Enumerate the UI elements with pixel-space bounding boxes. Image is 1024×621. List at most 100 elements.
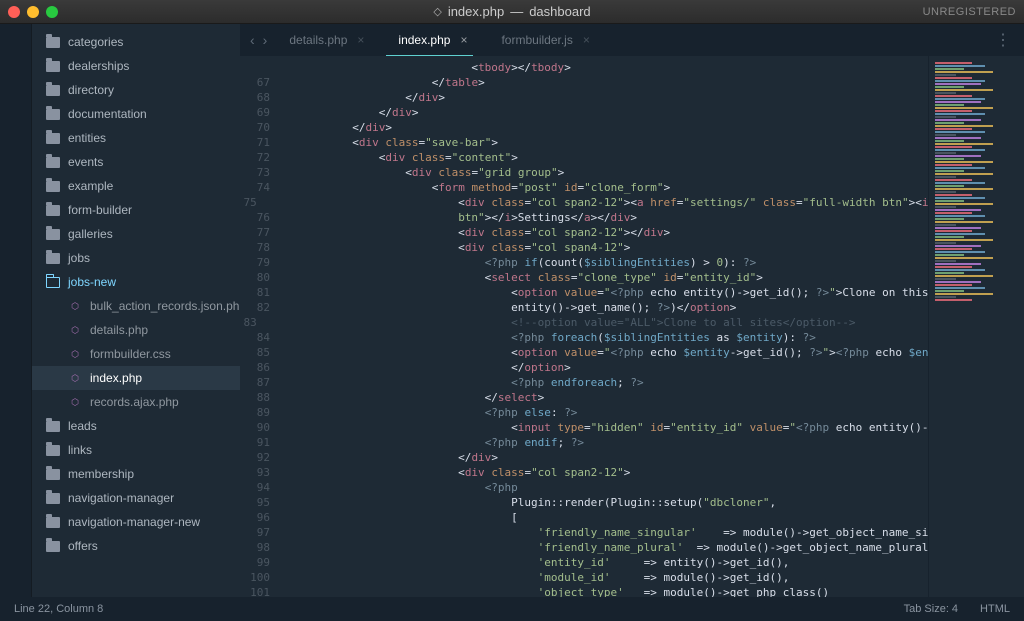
- folder-icon: [46, 541, 60, 552]
- sidebar-item-label: offers: [68, 539, 98, 553]
- activity-gutter: [0, 24, 32, 597]
- folder-icon: [46, 37, 60, 48]
- close-icon[interactable]: ×: [583, 33, 590, 47]
- sidebar-item-label: membership: [68, 467, 134, 481]
- sidebar-item-label: details.php: [90, 323, 148, 337]
- sidebar-item-jobs-new[interactable]: jobs-new: [32, 270, 240, 294]
- sidebar-item-label: bulk_action_records.json.php: [90, 299, 240, 313]
- sidebar-file-details.php[interactable]: ⬡ details.php: [32, 318, 240, 342]
- sidebar-item-membership[interactable]: membership: [32, 462, 240, 486]
- sidebar-item-galleries[interactable]: galleries: [32, 222, 240, 246]
- file-icon: ◇: [433, 5, 441, 18]
- folder-icon: [46, 85, 60, 96]
- php-file-icon: ⬡: [68, 325, 82, 336]
- sidebar-item-label: form-builder: [68, 203, 132, 217]
- folder-icon: [46, 205, 60, 216]
- tab-details.php[interactable]: details.php ×: [277, 24, 386, 56]
- sidebar-item-jobs[interactable]: jobs: [32, 246, 240, 270]
- folder-icon: [46, 469, 60, 480]
- folder-icon: [46, 517, 60, 528]
- sidebar-item-label: index.php: [90, 371, 142, 385]
- css-file-icon: ⬡: [68, 349, 82, 360]
- window-title: ◇ index.php — dashboard: [433, 4, 590, 19]
- license-badge: UNREGISTERED: [923, 6, 1016, 18]
- code-content[interactable]: <tbody></tbody> </table> </div> </div> <…: [278, 56, 928, 597]
- title-project: dashboard: [529, 4, 590, 19]
- folder-icon: [46, 253, 60, 264]
- minimap[interactable]: [928, 56, 1024, 597]
- tab-index.php[interactable]: index.php ×: [386, 24, 489, 56]
- folder-open-icon: [46, 277, 60, 288]
- tab-label: index.php: [398, 33, 450, 47]
- minimize-icon[interactable]: [27, 6, 39, 18]
- sidebar-file-bulk_action_records.json.php[interactable]: ⬡ bulk_action_records.json.php: [32, 294, 240, 318]
- folder-icon: [46, 181, 60, 192]
- sidebar-item-label: navigation-manager: [68, 491, 174, 505]
- sidebar-item-label: events: [68, 155, 103, 169]
- sidebar-item-label: example: [68, 179, 113, 193]
- titlebar: ◇ index.php — dashboard UNREGISTERED: [0, 0, 1024, 24]
- sidebar-item-label: jobs-new: [68, 275, 116, 289]
- tab-nav-arrows: ‹ ›: [246, 32, 277, 48]
- sidebar-item-label: directory: [68, 83, 114, 97]
- sidebar-item-entities[interactable]: entities: [32, 126, 240, 150]
- sidebar-item-offers[interactable]: offers: [32, 534, 240, 558]
- tab-formbuilder.js[interactable]: formbuilder.js ×: [489, 24, 611, 56]
- cursor-position[interactable]: Line 22, Column 8: [14, 603, 103, 615]
- folder-icon: [46, 493, 60, 504]
- sidebar-item-links[interactable]: links: [32, 438, 240, 462]
- php-file-icon: ⬡: [68, 373, 82, 384]
- php-file-icon: ⬡: [68, 301, 82, 312]
- tab-size[interactable]: Tab Size: 4: [904, 603, 958, 615]
- sidebar-item-label: navigation-manager-new: [68, 515, 200, 529]
- sidebar-item-events[interactable]: events: [32, 150, 240, 174]
- sidebar-item-label: jobs: [68, 251, 90, 265]
- editor[interactable]: 67 68 69 70 71 72 73 74 75 76 77 78 79 8…: [240, 56, 1024, 597]
- sidebar-item-categories[interactable]: categories: [32, 30, 240, 54]
- title-filename: index.php: [448, 4, 504, 19]
- sidebar-item-label: leads: [68, 419, 97, 433]
- folder-icon: [46, 445, 60, 456]
- sidebar-file-formbuilder.css[interactable]: ⬡ formbuilder.css: [32, 342, 240, 366]
- folder-icon: [46, 157, 60, 168]
- sidebar-item-label: formbuilder.css: [90, 347, 171, 361]
- window-controls: [8, 6, 58, 18]
- tab-label: formbuilder.js: [501, 33, 572, 47]
- sidebar-item-label: categories: [68, 35, 123, 49]
- folder-icon: [46, 229, 60, 240]
- sidebar-item-form-builder[interactable]: form-builder: [32, 198, 240, 222]
- sidebar-item-documentation[interactable]: documentation: [32, 102, 240, 126]
- tab-bar: ‹ › details.php×index.php×formbuilder.js…: [240, 24, 1024, 56]
- sidebar-item-label: dealerships: [68, 59, 129, 73]
- folder-icon: [46, 109, 60, 120]
- file-sidebar[interactable]: categories dealerships directory documentat…: [32, 24, 240, 597]
- sidebar-file-records.ajax.php[interactable]: ⬡ records.ajax.php: [32, 390, 240, 414]
- sidebar-item-leads[interactable]: leads: [32, 414, 240, 438]
- sidebar-file-index.php[interactable]: ⬡ index.php: [32, 366, 240, 390]
- statusbar: Line 22, Column 8 Tab Size: 4 HTML: [0, 597, 1024, 621]
- sidebar-item-label: documentation: [68, 107, 147, 121]
- close-icon[interactable]: ×: [460, 33, 467, 47]
- sidebar-item-label: galleries: [68, 227, 113, 241]
- sidebar-item-label: entities: [68, 131, 106, 145]
- sidebar-item-example[interactable]: example: [32, 174, 240, 198]
- sidebar-item-navigation-manager[interactable]: navigation-manager: [32, 486, 240, 510]
- sidebar-item-label: links: [68, 443, 92, 457]
- folder-icon: [46, 61, 60, 72]
- line-numbers: 67 68 69 70 71 72 73 74 75 76 77 78 79 8…: [240, 56, 278, 597]
- maximize-icon[interactable]: [46, 6, 58, 18]
- php-file-icon: ⬡: [68, 397, 82, 408]
- syntax-mode[interactable]: HTML: [980, 603, 1010, 615]
- tab-label: details.php: [289, 33, 347, 47]
- nav-back-icon[interactable]: ‹: [250, 32, 255, 48]
- tab-overflow-icon[interactable]: ⋮: [987, 30, 1018, 50]
- folder-icon: [46, 421, 60, 432]
- sidebar-item-navigation-manager-new[interactable]: navigation-manager-new: [32, 510, 240, 534]
- close-icon[interactable]: [8, 6, 20, 18]
- nav-forward-icon[interactable]: ›: [263, 32, 268, 48]
- sidebar-item-directory[interactable]: directory: [32, 78, 240, 102]
- sidebar-item-label: records.ajax.php: [90, 395, 179, 409]
- sidebar-item-dealerships[interactable]: dealerships: [32, 54, 240, 78]
- folder-icon: [46, 133, 60, 144]
- close-icon[interactable]: ×: [357, 33, 364, 47]
